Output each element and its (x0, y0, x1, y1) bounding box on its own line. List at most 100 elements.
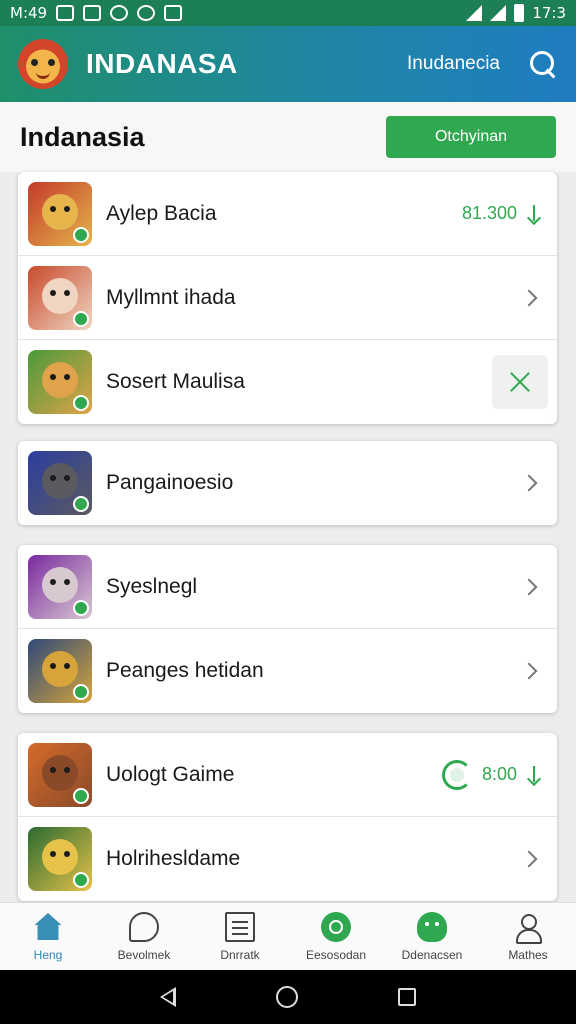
nav-item[interactable]: Bevolmek (96, 903, 192, 970)
game-card: Aylep Bacia 81.300 Myllmnt ihada Sosert Mau… (18, 172, 557, 424)
thumbnail-badge-icon (73, 226, 89, 243)
app-subtitle-link[interactable]: Inudanecia (407, 53, 500, 75)
game-thumbnail (28, 554, 92, 619)
app-title: INDANASA (86, 48, 238, 79)
game-title: Holrihesldame (106, 847, 241, 870)
chevron-right-icon[interactable] (520, 474, 538, 492)
status-time-right: 17:3 (532, 4, 566, 22)
row-trailing (492, 355, 548, 409)
character-face (42, 193, 78, 230)
nav-item[interactable]: Mathes (480, 903, 576, 970)
user-icon (513, 912, 543, 944)
thumbnail-badge-icon (73, 684, 89, 700)
save-notification-icon (83, 5, 102, 21)
nav-label: Dnrratk (220, 947, 260, 962)
status-time-left: M:49 (10, 4, 48, 22)
page-title: Indanasia (20, 121, 145, 152)
game-list-item[interactable]: Syeslnegl (18, 545, 557, 629)
row-trailing (520, 662, 541, 680)
thumbnail-badge-icon (73, 395, 89, 411)
game-title: Pangainoesio (106, 471, 234, 494)
game-title: Myllmnt ihada (106, 285, 236, 309)
game-list-item[interactable]: Aylep Bacia 81.300 (18, 172, 557, 256)
game-title: Aylep Bacia (106, 201, 217, 225)
game-thumbnail (28, 265, 92, 330)
page-header: Indanasia Otchyinan (0, 102, 576, 172)
character-face (42, 463, 78, 499)
home-circle-icon[interactable] (276, 986, 298, 1008)
thumbnail-badge-icon (73, 496, 89, 512)
recent-apps-icon[interactable] (398, 988, 416, 1006)
nav-label: Ddenacsen (401, 947, 463, 962)
row-value: 81.300 (461, 203, 517, 223)
signal-icon (466, 5, 483, 21)
nav-item[interactable]: Eesosodan (288, 903, 384, 970)
chevron-right-icon[interactable] (520, 289, 538, 306)
game-list-item[interactable]: Myllmnt ihada (18, 256, 557, 340)
game-title: Uologt Gaime (106, 762, 235, 786)
back-icon[interactable] (160, 987, 176, 1007)
chat-bubble-icon (129, 911, 159, 942)
location-notification-icon (137, 5, 156, 21)
signal-secondary-icon (490, 5, 507, 21)
close-icon[interactable] (492, 355, 548, 409)
game-list-item[interactable]: Uologt Gaime 8:00 (18, 733, 557, 817)
row-trailing (520, 474, 541, 492)
nav-label: Mathes (508, 947, 548, 962)
character-face (42, 362, 78, 398)
thumbnail-badge-icon (73, 872, 89, 888)
nav-item[interactable]: Heng (0, 903, 96, 970)
download-arrow-icon[interactable] (527, 765, 541, 784)
row-trailing: 8:00 (441, 759, 541, 790)
game-thumbnail (28, 350, 92, 414)
blocked-notification-icon (110, 5, 129, 21)
row-trailing (520, 578, 541, 595)
status-left: M:49 (10, 4, 183, 22)
game-list-item[interactable]: Sosert Maulisa (18, 340, 557, 424)
game-thumbnail (28, 451, 92, 515)
download-arrow-icon[interactable] (527, 204, 541, 223)
game-title: Sosert Maulisa (106, 370, 245, 393)
nav-item[interactable]: Ddenacsen (384, 903, 480, 970)
battery-icon (514, 4, 525, 22)
status-right: 17:3 (458, 4, 566, 22)
row-trailing (520, 850, 541, 868)
bottom-navigation: Heng Bevolmek Dnrratk Eesosodan Ddenacsen Mat… (0, 902, 576, 970)
nav-label: Eesosodan (305, 947, 367, 962)
nav-item[interactable]: Dnrratk (192, 903, 288, 970)
game-list-item[interactable]: Holrihesldame (18, 817, 557, 901)
game-list-item[interactable]: Pangainoesio (18, 441, 557, 525)
system-navigation-bar (0, 970, 576, 1024)
app-bar: INDANASA Inudanecia (0, 26, 576, 102)
game-title: Peanges hetidan (106, 659, 264, 682)
thumbnail-badge-icon (73, 787, 89, 804)
chevron-right-icon[interactable] (520, 578, 538, 595)
row-trailing: 81.300 (462, 203, 541, 224)
row-trailing (520, 289, 541, 306)
chevron-right-icon[interactable] (520, 662, 538, 680)
game-list-item[interactable]: Peanges hetidan (18, 629, 557, 713)
game-thumbnail (28, 181, 92, 246)
character-face (42, 651, 78, 687)
image-notification-icon (56, 5, 75, 21)
search-icon[interactable] (528, 49, 558, 79)
game-card: Syeslnegl Peanges hetidan (18, 545, 557, 713)
character-face (42, 277, 78, 314)
app-logo (18, 39, 68, 89)
game-thumbnail (28, 827, 92, 891)
game-thumbnail (28, 639, 92, 703)
thumbnail-badge-icon (73, 310, 89, 327)
character-face (42, 566, 78, 603)
game-card: Pangainoesio (18, 441, 557, 525)
nav-label: Heng (33, 947, 63, 962)
chevron-right-icon[interactable] (520, 850, 538, 868)
thumbnail-badge-icon (73, 599, 89, 616)
circle-badge-icon (321, 911, 351, 942)
header-action-button[interactable]: Otchyinan (386, 116, 556, 158)
status-bar: M:49 17:3 (0, 0, 576, 26)
game-title: Syeslnegl (106, 574, 198, 598)
character-face (42, 839, 78, 875)
nav-label: Bevolmek (117, 947, 171, 962)
game-thumbnail (28, 742, 92, 807)
character-face (42, 754, 78, 791)
